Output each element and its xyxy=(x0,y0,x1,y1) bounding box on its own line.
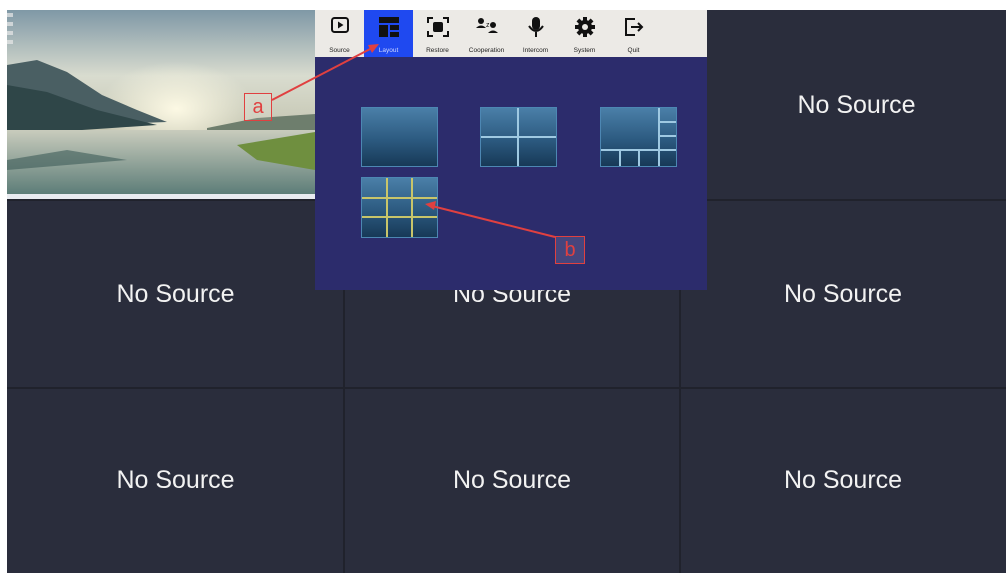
play-icon xyxy=(330,17,349,33)
layout-option-single[interactable] xyxy=(361,107,438,167)
cell-status: No Source xyxy=(116,466,235,494)
layout-menu-panel: Source Layout Restore z Cooperation Inte… xyxy=(315,10,707,290)
toolbar-item-intercom[interactable]: Intercom xyxy=(511,10,560,57)
svg-text:z: z xyxy=(486,22,490,29)
grid-cell-4[interactable]: No Source xyxy=(7,200,344,388)
exit-icon xyxy=(624,18,643,36)
video-wall-screen: No Source No Source No Source No Source … xyxy=(7,10,1006,573)
cell-status: No Source xyxy=(116,279,235,308)
toolbar-item-layout[interactable]: Layout xyxy=(364,10,413,57)
annotation-label-b: b xyxy=(555,236,585,264)
cooperation-icon: z xyxy=(475,18,498,33)
annotation-label-a: a xyxy=(244,93,272,121)
toolbar-item-label: System xyxy=(573,47,596,54)
grid-cell-7[interactable]: No Source xyxy=(7,388,344,573)
toolbar-item-label: Quit xyxy=(627,47,640,54)
toolbar: Source Layout Restore z Cooperation Inte… xyxy=(315,10,707,57)
cell-status: No Source xyxy=(783,466,903,494)
cell-status: No Source xyxy=(797,90,916,119)
grid-cell-8[interactable]: No Source xyxy=(344,388,680,573)
microphone-icon xyxy=(527,17,544,37)
grid-cell-9[interactable]: No Source xyxy=(680,388,1006,573)
annotation-letter: a xyxy=(252,96,264,118)
grid-cell-3[interactable]: No Source xyxy=(707,10,1006,200)
toolbar-item-label: Layout xyxy=(378,47,399,54)
toolbar-item-source[interactable]: Source xyxy=(315,10,364,57)
gear-icon xyxy=(574,17,595,37)
toolbar-item-cooperation[interactable]: z Cooperation xyxy=(462,10,511,57)
cell-status: No Source xyxy=(452,466,572,494)
layout-option-four-split[interactable] xyxy=(480,107,557,167)
toolbar-item-system[interactable]: System xyxy=(560,10,609,57)
grid-divider xyxy=(7,387,1006,389)
annotation-letter: b xyxy=(564,239,576,261)
layout-option-main-plus-sub[interactable] xyxy=(600,107,677,167)
layout-option-nine-split[interactable] xyxy=(361,177,438,238)
layout-icon xyxy=(378,17,399,37)
grid-cell-6[interactable]: No Source xyxy=(680,200,1006,388)
toolbar-item-quit[interactable]: Quit xyxy=(609,10,658,57)
cell-status: No Source xyxy=(783,279,903,308)
restore-icon xyxy=(426,17,449,37)
toolbar-item-label: Restore xyxy=(426,47,449,54)
toolbar-item-label: Intercom xyxy=(522,47,549,54)
toolbar-item-label: Source xyxy=(329,47,350,54)
toolbar-item-restore[interactable]: Restore xyxy=(413,10,462,57)
toolbar-item-label: Cooperation xyxy=(468,47,505,54)
